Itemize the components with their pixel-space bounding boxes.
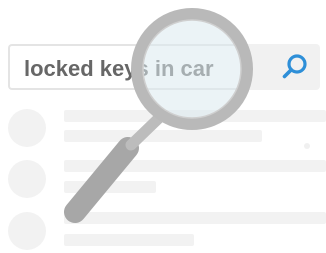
magnifying-glass-icon bbox=[64, 8, 253, 223]
illustration: locked keys in car bbox=[0, 0, 326, 253]
